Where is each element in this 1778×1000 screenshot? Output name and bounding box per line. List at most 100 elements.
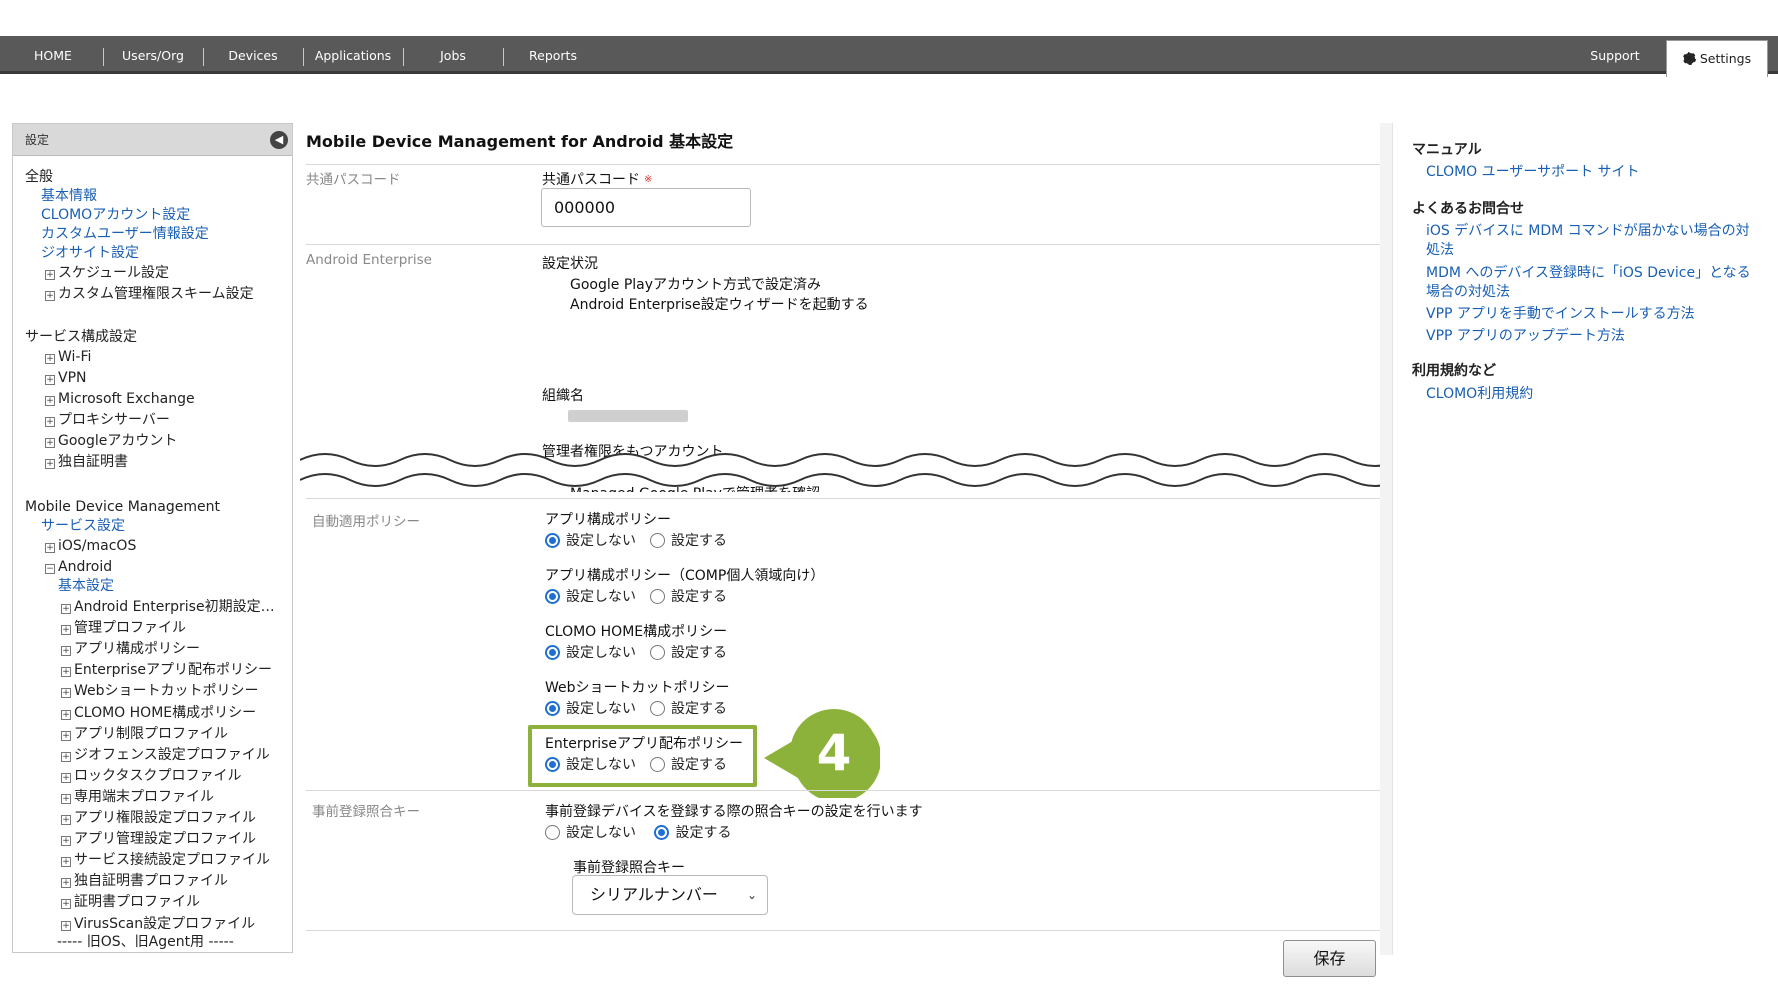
expand-icon[interactable]: + bbox=[61, 793, 71, 804]
sidebar-legacy-divider: ----- 旧OS、旧Agent用 ----- bbox=[57, 934, 234, 950]
policy-radio-off[interactable] bbox=[545, 701, 560, 716]
sidebar-item-android-8[interactable]: + ロックタスクプロファイル bbox=[61, 766, 241, 786]
sidebar-item-exchange[interactable]: + Microsoft Exchange bbox=[45, 389, 195, 409]
sidebar-item-android-12[interactable]: + サービス接続設定プロファイル bbox=[61, 850, 270, 870]
sidebar-item-android-0[interactable]: + Android Enterprise初期設定… bbox=[61, 597, 275, 617]
expand-icon[interactable]: + bbox=[45, 375, 55, 385]
sidebar-item-ios-macos[interactable]: + iOS/macOS bbox=[45, 536, 136, 556]
status-label: 設定状況 bbox=[542, 256, 598, 272]
expand-icon[interactable]: + bbox=[61, 772, 71, 783]
expand-icon[interactable]: + bbox=[45, 396, 55, 406]
sidebar-item-android-1[interactable]: + 管理プロファイル bbox=[61, 618, 186, 638]
expand-icon[interactable]: + bbox=[45, 354, 55, 364]
expand-icon[interactable]: + bbox=[45, 270, 55, 280]
expand-icon[interactable]: + bbox=[61, 688, 71, 699]
nav-home[interactable]: HOME bbox=[18, 36, 88, 74]
sidebar-item-permission-scheme[interactable]: + カスタム管理権限スキーム設定 bbox=[45, 284, 254, 304]
sidebar-item-android-14[interactable]: + 証明書プロファイル bbox=[61, 892, 200, 912]
sidebar-item-label: iOS/macOS bbox=[58, 538, 137, 554]
policy-radio-off[interactable] bbox=[545, 645, 560, 660]
sidebar-item-proxy[interactable]: + プロキシサーバー bbox=[45, 410, 170, 430]
expand-icon[interactable]: + bbox=[61, 836, 71, 847]
support-site-link[interactable]: CLOMO ユーザーサポート サイト bbox=[1426, 163, 1756, 182]
sidebar-item-android-5[interactable]: + CLOMO HOME構成ポリシー bbox=[61, 703, 256, 723]
prereg-key-select[interactable]: シリアルナンバー ⌄ bbox=[572, 875, 768, 915]
nav-settings-tab[interactable]: Settings bbox=[1666, 40, 1768, 77]
sidebar-item-android-9[interactable]: + 専用端末プロファイル bbox=[61, 787, 214, 807]
step-badge: 4 bbox=[764, 709, 880, 798]
sidebar-item-google-account[interactable]: + Googleアカウント bbox=[45, 431, 177, 451]
nav-devices[interactable]: Devices bbox=[212, 36, 294, 74]
expand-icon[interactable]: + bbox=[61, 920, 71, 931]
expand-icon[interactable]: + bbox=[45, 543, 55, 553]
sidebar-link-android-basic[interactable]: 基本設定 bbox=[58, 576, 114, 596]
expand-icon[interactable]: + bbox=[61, 899, 71, 910]
sidebar-link-service-settings[interactable]: サービス設定 bbox=[41, 516, 125, 536]
sidebar-item-android-13[interactable]: + 独自証明書プロファイル bbox=[61, 871, 228, 891]
radio-label-off: 設定しない bbox=[566, 645, 636, 661]
policy-radio-off[interactable] bbox=[545, 589, 560, 604]
policy-radio-on[interactable] bbox=[650, 757, 665, 772]
policy-radio-on[interactable] bbox=[650, 589, 665, 604]
faq-link-vpp-update[interactable]: VPP アプリのアップデート方法 bbox=[1426, 327, 1756, 346]
enterprise-wizard-link[interactable]: Android Enterprise設定ウィザードを起動する bbox=[570, 294, 869, 314]
passcode-input[interactable] bbox=[541, 188, 751, 227]
expand-icon[interactable]: + bbox=[61, 604, 71, 614]
org-name-label: 組織名 bbox=[542, 388, 584, 404]
policy-radio-on[interactable] bbox=[650, 645, 665, 660]
sidebar-item-android-15[interactable]: + VirusScan設定プロファイル bbox=[61, 914, 255, 934]
sidebar-item-vpn[interactable]: + VPN bbox=[45, 368, 87, 388]
sidebar-item-label: カスタム管理権限スキーム設定 bbox=[58, 286, 254, 302]
faq-link-mdm-command[interactable]: iOS デバイスに MDM コマンドが届かない場合の対処法 bbox=[1426, 222, 1756, 260]
faq-link-ios-device[interactable]: MDM へのデバイス登録時に「iOS Device」となる場合の対処法 bbox=[1426, 264, 1756, 302]
prereg-radio-on[interactable] bbox=[654, 825, 670, 840]
nav-separator bbox=[203, 48, 204, 66]
sidebar-item-label: Android Enterprise初期設定… bbox=[74, 599, 275, 615]
expand-icon[interactable]: + bbox=[61, 646, 71, 657]
sidebar-item-android-6[interactable]: + アプリ制限プロファイル bbox=[61, 724, 228, 744]
policy-radio-off[interactable] bbox=[545, 533, 560, 548]
radio-label-off: 設定しない bbox=[566, 589, 636, 605]
main-content: Mobile Device Management for Android 基本設… bbox=[300, 0, 1390, 1000]
policy-radio-on[interactable] bbox=[650, 533, 665, 548]
collapse-sidebar-icon[interactable]: ◀ bbox=[270, 131, 288, 149]
sidebar-link-custom-user-info[interactable]: カスタムユーザー情報設定 bbox=[41, 224, 209, 244]
expand-icon[interactable]: + bbox=[45, 417, 55, 427]
save-button[interactable]: 保存 bbox=[1283, 940, 1376, 977]
expand-icon[interactable]: + bbox=[61, 815, 71, 825]
policy-radio-on[interactable] bbox=[650, 701, 665, 716]
expand-icon[interactable]: + bbox=[61, 667, 71, 678]
sidebar-item-android-11[interactable]: + アプリ管理設定プロファイル bbox=[61, 829, 256, 849]
prereg-radio-off[interactable] bbox=[545, 825, 560, 840]
chevron-down-icon: ⌄ bbox=[746, 888, 757, 902]
sidebar-item-android[interactable]: − Android bbox=[45, 557, 112, 577]
sidebar-link-basic-info[interactable]: 基本情報 bbox=[41, 186, 97, 206]
expand-icon[interactable]: + bbox=[61, 878, 71, 889]
sidebar-item-wifi[interactable]: + Wi-Fi bbox=[45, 347, 91, 367]
sidebar-item-certificate[interactable]: + 独自証明書 bbox=[45, 452, 128, 472]
expand-icon[interactable]: + bbox=[45, 291, 55, 301]
expand-icon[interactable]: + bbox=[61, 730, 71, 741]
nav-users-org[interactable]: Users/Org bbox=[110, 36, 196, 74]
sidebar-item-android-10[interactable]: + アプリ権限設定プロファイル bbox=[61, 808, 256, 828]
expand-icon[interactable]: + bbox=[61, 709, 71, 720]
faq-link-vpp-install[interactable]: VPP アプリを手動でインストールする方法 bbox=[1426, 305, 1756, 324]
expand-icon[interactable]: + bbox=[61, 751, 71, 762]
expand-icon[interactable]: + bbox=[61, 857, 71, 868]
sidebar-item-android-4[interactable]: + Webショートカットポリシー bbox=[61, 681, 259, 701]
policy-radio-off[interactable] bbox=[545, 757, 560, 772]
collapse-icon[interactable]: − bbox=[45, 564, 55, 574]
sidebar-link-clomo-account[interactable]: CLOMOアカウント設定 bbox=[41, 205, 190, 225]
expand-icon[interactable]: + bbox=[45, 459, 55, 469]
sidebar-item-label: ロックタスクプロファイル bbox=[74, 767, 242, 784]
sidebar-item-android-2[interactable]: + アプリ構成ポリシー bbox=[61, 639, 200, 659]
sidebar-item-android-7[interactable]: + ジオフェンス設定プロファイル bbox=[61, 745, 270, 765]
nav-support[interactable]: Support bbox=[1575, 36, 1655, 74]
sidebar-item-android-3[interactable]: + Enterpriseアプリ配布ポリシー bbox=[61, 660, 272, 680]
expand-icon[interactable]: + bbox=[61, 625, 71, 636]
terms-link[interactable]: CLOMO利用規約 bbox=[1426, 385, 1756, 404]
sidebar-item-schedule[interactable]: + スケジュール設定 bbox=[45, 263, 169, 283]
expand-icon[interactable]: + bbox=[45, 438, 55, 448]
divider bbox=[306, 498, 1381, 499]
sidebar-link-geosite[interactable]: ジオサイト設定 bbox=[41, 243, 139, 263]
